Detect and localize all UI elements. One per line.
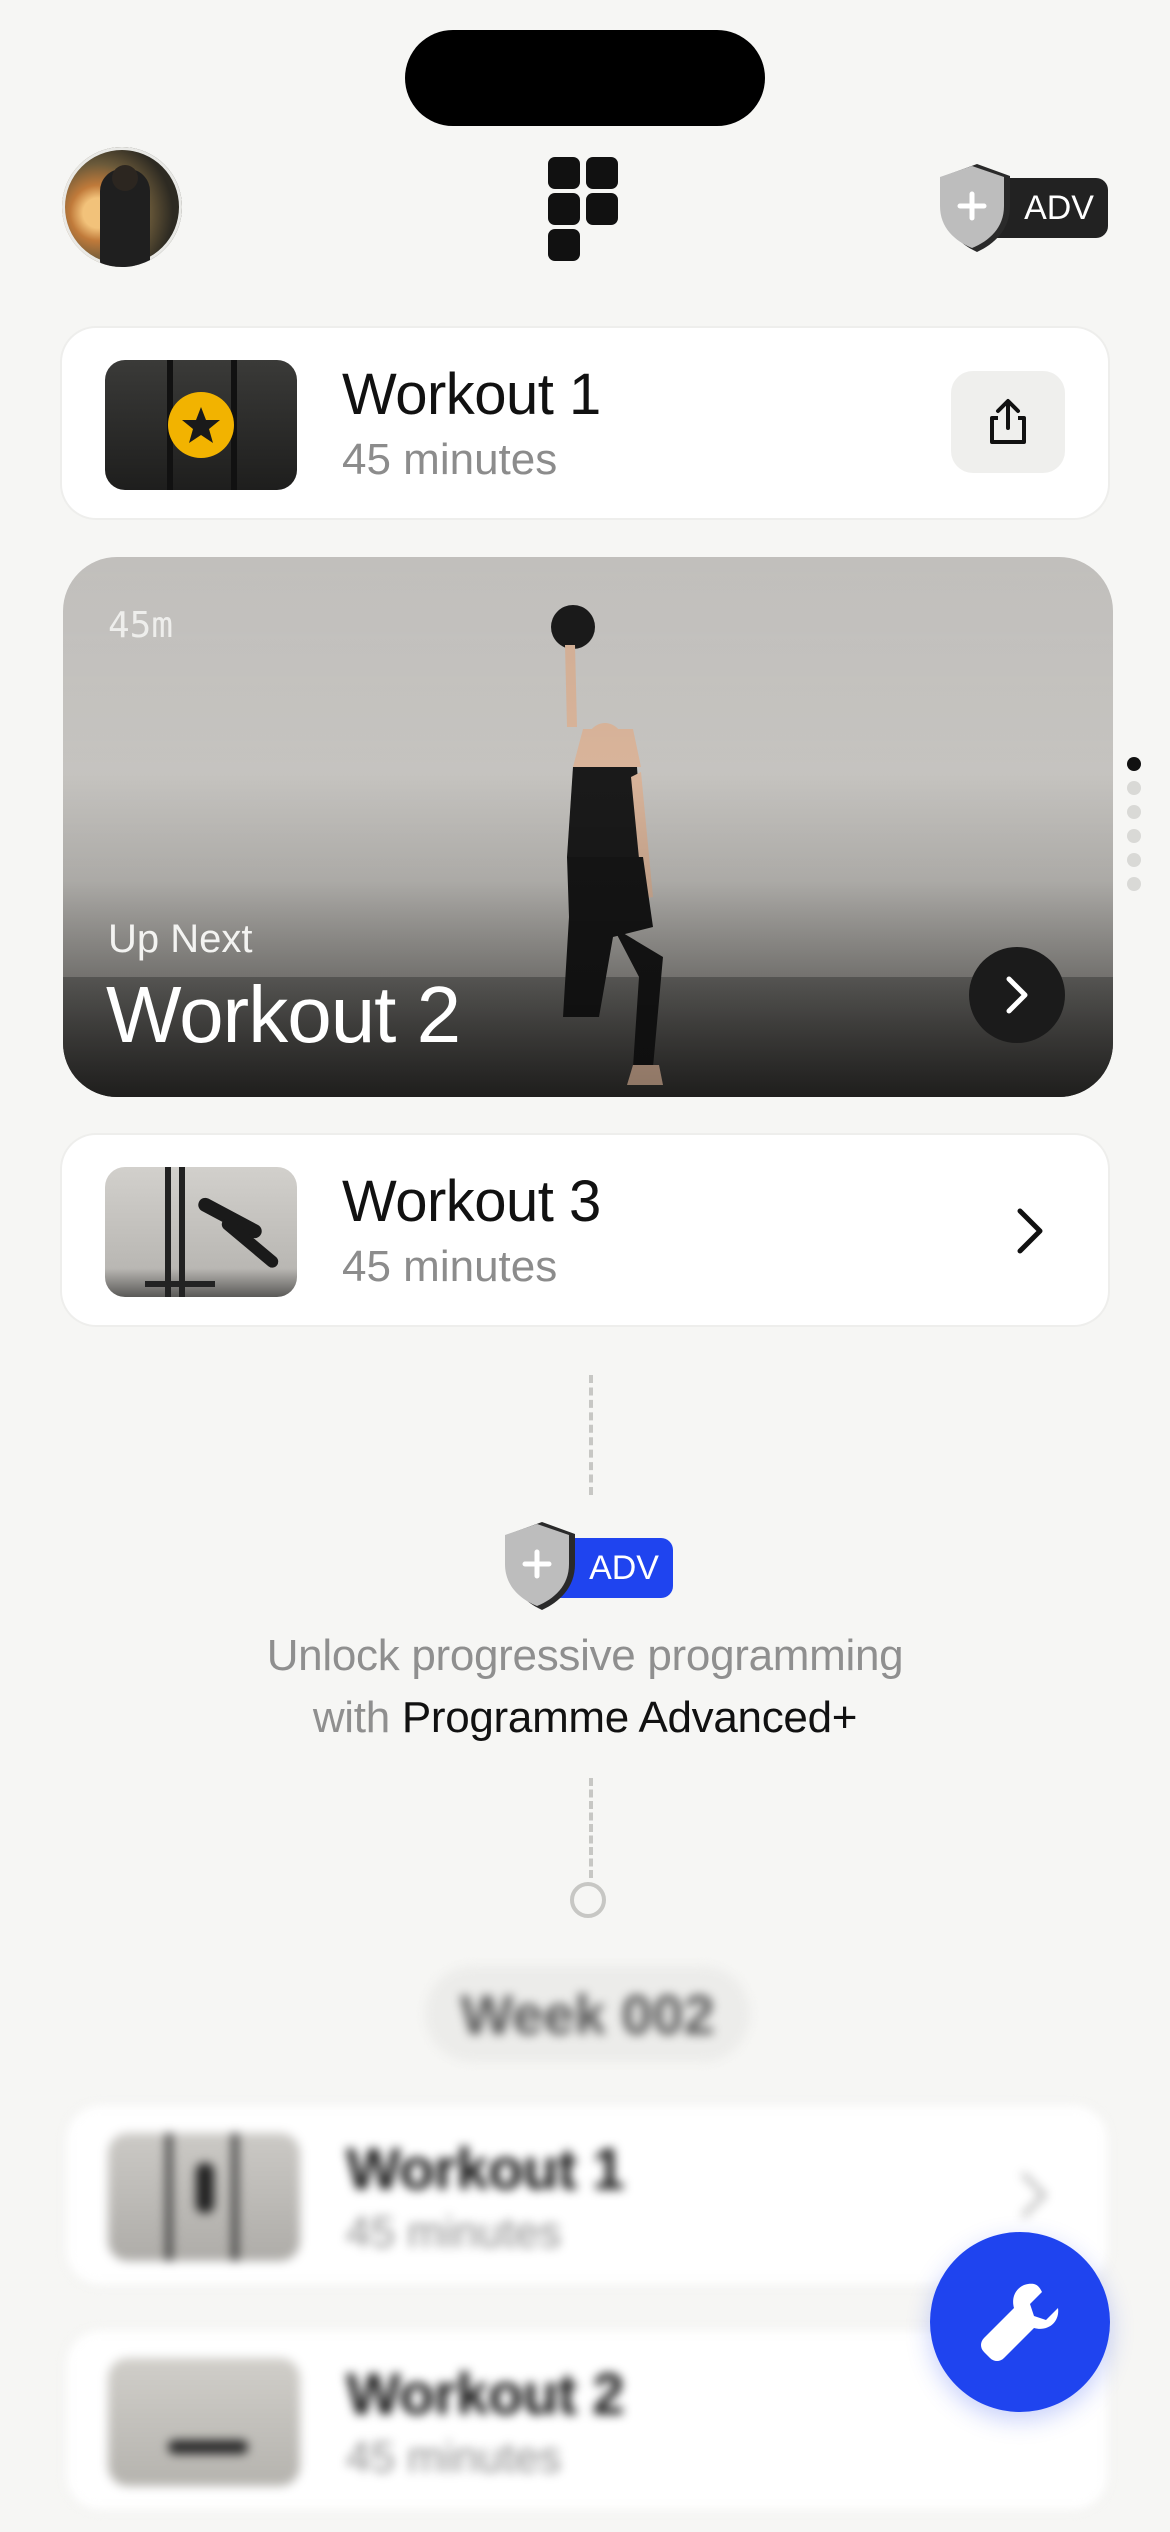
shield-plus-icon <box>940 164 1010 252</box>
dynamic-island <box>405 30 765 126</box>
page-dot[interactable] <box>1127 853 1141 867</box>
upsell-prefix: with <box>312 1693 390 1742</box>
workout-duration: 45 minutes <box>346 2433 562 2482</box>
page-indicator <box>1127 757 1141 901</box>
timeline-connector <box>589 1375 593 1495</box>
workout-thumbnail <box>105 1167 297 1297</box>
hero-duration-tag: 45m <box>108 605 174 646</box>
page-dot[interactable] <box>1127 829 1141 843</box>
workout-duration: 45 minutes <box>342 1242 558 1291</box>
hero-title: Workout 2 <box>106 970 461 1059</box>
workout-duration: 45 minutes <box>342 435 558 484</box>
chevron-right-icon <box>1017 1208 1043 1254</box>
tools-fab-button[interactable] <box>930 2232 1110 2412</box>
page-dot[interactable] <box>1127 781 1141 795</box>
hero-open-button[interactable] <box>969 947 1065 1043</box>
avatar[interactable] <box>62 147 182 267</box>
app-logo-icon <box>548 157 620 261</box>
share-icon <box>990 399 1026 444</box>
share-button[interactable] <box>951 371 1065 473</box>
upsell-plan-name: Programme Advanced+ <box>401 1693 858 1742</box>
page-dot[interactable] <box>1127 805 1141 819</box>
upsell-line-2: with Programme Advanced+ <box>180 1687 990 1749</box>
workout-thumbnail <box>108 2358 300 2486</box>
workout-duration: 45 minutes <box>346 2208 562 2257</box>
workout-title: Workout 3 <box>342 1169 601 1234</box>
chevron-right-icon <box>1021 2172 1048 2218</box>
adv-membership-badge[interactable]: ADV <box>938 160 1108 256</box>
chevron-right-icon <box>1006 976 1028 1014</box>
timeline-node <box>570 1882 606 1918</box>
week-label: Week 002 <box>425 1966 750 2062</box>
workout-thumbnail <box>105 360 297 490</box>
current-workout-card[interactable]: Workout 1 45 minutes <box>62 328 1108 518</box>
timeline-connector <box>589 1778 593 1878</box>
workout-title: Workout 1 <box>342 362 601 427</box>
page-dot[interactable] <box>1127 877 1141 891</box>
workout-title: Workout 2 <box>346 2362 625 2427</box>
workout-thumbnail <box>108 2133 300 2261</box>
up-next-hero-card[interactable]: 45m Up Next Workout 2 <box>63 557 1113 1097</box>
star-icon <box>168 392 234 458</box>
upsell-message[interactable]: Unlock progressive programming with Prog… <box>180 1625 990 1749</box>
adv-upsell-badge[interactable]: ADV <box>503 1518 673 1614</box>
hero-eyebrow: Up Next <box>108 917 253 961</box>
workout-title: Workout 1 <box>346 2137 625 2202</box>
page-dot[interactable] <box>1127 757 1141 771</box>
locked-workout-card: Workout 1 45 minutes <box>66 2105 1108 2285</box>
next-workout-card[interactable]: Workout 3 45 minutes <box>62 1135 1108 1325</box>
shield-plus-icon <box>505 1522 575 1610</box>
upsell-line-1: Unlock progressive programming <box>266 1631 904 1680</box>
wrench-icon <box>981 2283 1059 2361</box>
